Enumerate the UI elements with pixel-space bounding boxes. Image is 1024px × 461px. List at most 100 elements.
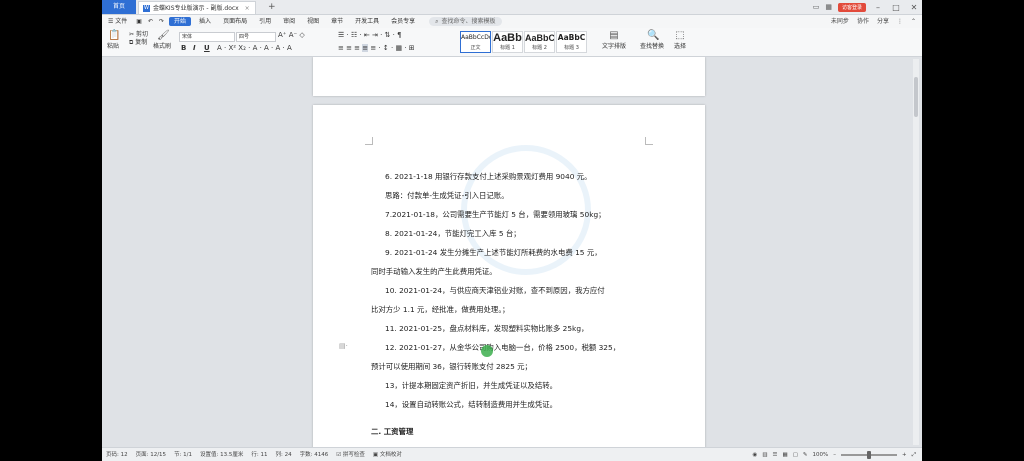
- menu-review[interactable]: 审阅: [277, 15, 301, 28]
- zoom-out-button[interactable]: –: [833, 448, 836, 461]
- sync-status[interactable]: 未同步: [831, 15, 849, 28]
- menu-file[interactable]: ☰ 文件: [102, 15, 133, 28]
- copy-button[interactable]: ⧉ 复制: [129, 39, 148, 47]
- paragraph-12-cont[interactable]: 预计可以使用期间 36，银行转账支付 2825 元；: [371, 357, 661, 376]
- wps-writer-window: 首页 W 金蝶KIS专业版演示 - 副版.docx × + ▭ ▦ 访客登录 – …: [102, 0, 922, 461]
- paragraph-11[interactable]: 11. 2021-01-25，盘点材料库，发现塑料实物比账多 25kg，: [371, 319, 661, 338]
- doc-proof-button[interactable]: ▣ 文档校对: [369, 448, 406, 461]
- collapse-ribbon-icon[interactable]: ⌃: [911, 15, 916, 28]
- undo-icon[interactable]: ↶: [145, 15, 156, 28]
- page-view-icon[interactable]: ▥: [762, 448, 767, 461]
- word-doc-icon: W: [143, 5, 150, 12]
- paragraph-10-cont[interactable]: 比对方少 1.1 元，经批准，做费用处理。；: [371, 300, 661, 319]
- paragraph-handle-icon[interactable]: ▤·: [339, 342, 348, 350]
- list-buttons[interactable]: ☰ · ☷ · ⇤ ⇥ · ⇅ · ¶: [338, 31, 402, 40]
- style-sample: AaBbC: [525, 33, 554, 43]
- status-row: 行: 11: [251, 452, 268, 458]
- bold-button[interactable]: B: [181, 44, 186, 53]
- find-replace-button[interactable]: 🔍 查找替换: [640, 31, 664, 51]
- menu-view[interactable]: 视图: [301, 15, 325, 28]
- menu-home[interactable]: 开始: [169, 17, 192, 26]
- menu-insert[interactable]: 插入: [193, 15, 217, 28]
- grid-icon[interactable]: ▦: [825, 3, 832, 11]
- document-page[interactable]: 6. 2021-1-18 用银行存款支付上述采购景观灯费用 9040 元。 思路…: [313, 105, 705, 447]
- paragraph-13[interactable]: 13，计提本期固定资产折旧，并生成凭证以及结转。: [371, 376, 661, 395]
- paragraph-9[interactable]: 9. 2021-01-24 发生分摊生产上述节能灯所耗费的水电费 15 元，: [371, 243, 661, 262]
- paragraph-10[interactable]: 10. 2021-01-24，与供应商天津铝业对账，查不到原因，我方应付: [371, 281, 661, 300]
- command-search-placeholder: 查找命令、搜索模板: [441, 18, 496, 25]
- cut-label: 剪切: [135, 31, 148, 38]
- more-icon[interactable]: ⋮: [897, 15, 903, 28]
- menu-section[interactable]: 章节: [325, 15, 349, 28]
- new-tab-button[interactable]: +: [268, 0, 276, 14]
- menu-page-layout[interactable]: 页面布局: [217, 15, 253, 28]
- select-button[interactable]: ⬚ 选择: [674, 31, 686, 51]
- ribbon-toolbar: 📋 粘贴 ✂ 剪切 ⧉ 复制 🖌 格式刷 宋体 四号 A⁺ A⁻ ◇ B I U…: [102, 28, 922, 57]
- paragraph-12[interactable]: 12. 2021-01-27，从金华公司购入电脑一台，价格 2500，税额 32…: [371, 338, 661, 357]
- paragraph-6[interactable]: 6. 2021-1-18 用银行存款支付上述采购景观灯费用 9040 元。: [371, 167, 661, 186]
- tab-document[interactable]: W 金蝶KIS专业版演示 - 副版.docx ×: [138, 1, 256, 14]
- styles-gallery: AaBbCcDd 正文 AaBb 标题 1 AaBbC 标题 2 AaBbC 标…: [460, 31, 588, 53]
- minimize-button[interactable]: –: [872, 3, 884, 12]
- menu-member[interactable]: 会员专享: [385, 15, 421, 28]
- menu-developer[interactable]: 开发工具: [349, 15, 385, 28]
- zoom-in-button[interactable]: +: [902, 448, 907, 461]
- status-pages[interactable]: 页面: 12/15: [132, 448, 170, 461]
- zoom-level[interactable]: 100%: [813, 448, 829, 461]
- tab-home[interactable]: 首页: [102, 0, 136, 14]
- zoom-slider[interactable]: [840, 451, 897, 459]
- close-tab-icon[interactable]: ×: [245, 5, 250, 12]
- close-window-button[interactable]: ✕: [908, 3, 920, 12]
- grow-font-button[interactable]: A⁺ A⁻ ◇: [278, 31, 305, 40]
- paste-button[interactable]: 📋 粘贴: [107, 31, 120, 51]
- paragraph-7[interactable]: 7.2021-01-18，公司需要生产节能灯 5 台，需要领用玻璃 50kg；: [371, 205, 661, 224]
- text-layout-icon: ▤: [609, 30, 619, 41]
- status-word-count[interactable]: 字数: 4146: [296, 448, 333, 461]
- paragraph-14[interactable]: 14，设置自动转账公式，结转制造费用并生成凭证。: [371, 395, 661, 414]
- style-heading-1[interactable]: AaBb 标题 1: [492, 31, 523, 53]
- align-buttons[interactable]: ≡ ≡ ≡ ≡ ≡ · ↕ · ▦ · ⊞: [338, 44, 415, 53]
- eye-protection-icon[interactable]: ◉: [753, 448, 758, 461]
- share-button[interactable]: 分享: [877, 15, 889, 28]
- section-heading-payroll[interactable]: 二. 工资管理: [371, 422, 661, 441]
- web-view-icon[interactable]: ▦: [782, 448, 787, 461]
- scrollbar-thumb[interactable]: [914, 77, 918, 117]
- paragraph-9-cont[interactable]: 同时手动输入发生的产生此费用凭证。: [371, 262, 661, 281]
- write-mode-icon[interactable]: ✎: [803, 448, 808, 461]
- title-bar-right: ▭ ▦ 访客登录 – □ ✕: [813, 0, 920, 14]
- outline-view-icon[interactable]: ☰: [773, 448, 778, 461]
- quick-save-icon[interactable]: ▣: [133, 15, 145, 28]
- text-layout-button[interactable]: ▤ 文字排版: [602, 30, 626, 51]
- style-normal[interactable]: AaBbCcDd 正文: [460, 31, 491, 53]
- paragraph-8[interactable]: 8. 2021-01-24，节能灯完工入库 5 台；: [371, 224, 661, 243]
- layout-icon[interactable]: ▭: [813, 3, 820, 11]
- menu-references[interactable]: 引用: [253, 15, 277, 28]
- vertical-scrollbar[interactable]: [913, 59, 919, 445]
- clipboard-group: ✂ 剪切 ⧉ 复制: [129, 31, 148, 47]
- previous-page[interactable]: [313, 57, 705, 96]
- format-painter-button[interactable]: 🖌 格式刷: [153, 31, 171, 51]
- redo-icon[interactable]: ↷: [156, 15, 167, 28]
- status-page-number[interactable]: 页码: 12: [102, 448, 132, 461]
- maximize-button[interactable]: □: [890, 3, 902, 12]
- font-name-select[interactable]: 宋体: [179, 32, 235, 42]
- font-color-button[interactable]: A · X² X₂ · A · A · A · A: [217, 44, 292, 53]
- italic-button[interactable]: I: [193, 44, 196, 53]
- paragraph-thinking[interactable]: 思路：付款单-生成凭证-引入日记账。: [371, 186, 661, 205]
- command-search[interactable]: ⌕ 查找命令、搜索模板: [429, 17, 502, 26]
- zoom-slider-knob[interactable]: [866, 451, 871, 459]
- font-size-select[interactable]: 四号: [236, 32, 276, 42]
- style-name: 标题 1: [500, 45, 515, 51]
- collab-button[interactable]: 协作: [857, 15, 869, 28]
- login-button[interactable]: 访客登录: [837, 2, 866, 12]
- cut-button[interactable]: ✂ 剪切: [129, 31, 148, 39]
- underline-button[interactable]: U: [204, 44, 210, 53]
- document-area[interactable]: 6. 2021-1-18 用银行存款支付上述采购景观灯费用 9040 元。 思路…: [102, 57, 922, 447]
- copy-icon: ⧉: [129, 39, 134, 46]
- spell-check-toggle[interactable]: ☑ 拼写检查: [332, 448, 369, 461]
- read-mode-icon[interactable]: ▢: [793, 448, 798, 461]
- fit-page-icon[interactable]: ⤢: [912, 448, 916, 461]
- style-heading-2[interactable]: AaBbC 标题 2: [524, 31, 555, 53]
- margin-mark-top-right: [645, 137, 653, 145]
- style-heading-3[interactable]: AaBbC 标题 3: [556, 31, 587, 53]
